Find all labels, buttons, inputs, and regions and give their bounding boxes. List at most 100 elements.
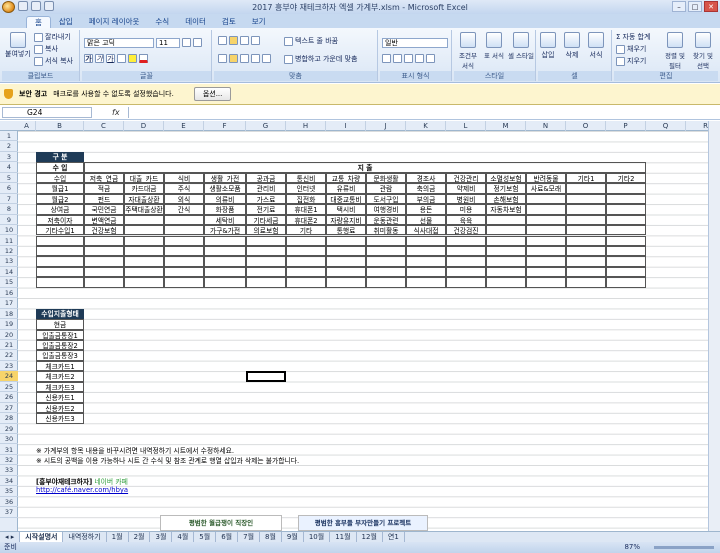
category-cell[interactable]: 생활소모품: [204, 183, 246, 194]
empty-cell[interactable]: [526, 256, 566, 267]
category-cell[interactable]: 미용: [446, 204, 486, 215]
sheet-tab[interactable]: 2월: [129, 531, 151, 543]
empty-cell[interactable]: [326, 235, 366, 246]
empty-cell[interactable]: [286, 245, 326, 257]
expense-column-header[interactable]: 경조사: [406, 172, 446, 184]
category-cell[interactable]: 외식: [164, 193, 204, 205]
empty-cell[interactable]: [566, 266, 606, 278]
sheet-tab[interactable]: 내역정하기: [63, 531, 107, 543]
empty-cell[interactable]: [164, 245, 204, 257]
expense-column-header[interactable]: 통신비: [286, 172, 326, 184]
row-header-37[interactable]: 37: [0, 507, 18, 518]
empty-cell[interactable]: [286, 266, 326, 278]
italic-icon[interactable]: 가: [95, 54, 104, 63]
align-bottom-icon[interactable]: [240, 36, 249, 45]
empty-cell[interactable]: [326, 245, 366, 257]
format-painter-button[interactable]: 서식 복사: [34, 56, 73, 66]
empty-cell[interactable]: [446, 256, 486, 267]
category-cell[interactable]: 상여금: [36, 204, 84, 215]
category-cell[interactable]: 대중교통비: [326, 193, 366, 205]
tab-formulas[interactable]: 수식: [147, 16, 177, 28]
sheet-tab[interactable]: 1월: [107, 531, 129, 543]
empty-cell[interactable]: [286, 277, 326, 288]
category-cell[interactable]: [526, 214, 566, 226]
security-options-button[interactable]: 옵션...: [193, 87, 232, 101]
column-header-f[interactable]: F: [204, 121, 246, 131]
empty-cell[interactable]: [606, 266, 646, 278]
format-cells-button[interactable]: 서식: [588, 32, 604, 60]
section-header[interactable]: 구 분: [36, 151, 84, 163]
orientation-icon[interactable]: [251, 36, 260, 45]
wrap-text-button[interactable]: 텍스트 줄 바꿈: [284, 36, 338, 46]
empty-cell[interactable]: [566, 277, 606, 288]
sheet-tab[interactable]: 시작설명서: [20, 531, 64, 543]
category-cell[interactable]: 자대출상환: [124, 193, 164, 205]
clear-button[interactable]: 지우기: [616, 56, 646, 66]
empty-cell[interactable]: [606, 277, 646, 288]
payment-type-cell[interactable]: 체크카드2: [36, 371, 84, 382]
category-cell[interactable]: [124, 225, 164, 236]
category-cell[interactable]: 기타세금: [246, 214, 286, 226]
empty-cell[interactable]: [84, 235, 124, 246]
empty-cell[interactable]: [84, 266, 124, 278]
category-cell[interactable]: [606, 204, 646, 215]
empty-cell[interactable]: [366, 245, 406, 257]
cafe-link[interactable]: http://café.naver.com/hbya: [36, 486, 128, 494]
cut-button[interactable]: 잘라내기: [34, 32, 71, 42]
sheet-tab[interactable]: 9월: [282, 531, 304, 543]
expense-column-header[interactable]: 반려동물: [526, 172, 566, 184]
column-header-c[interactable]: C: [84, 121, 124, 131]
category-cell[interactable]: [606, 214, 646, 226]
empty-cell[interactable]: [606, 245, 646, 257]
decrease-indent-icon[interactable]: [251, 54, 260, 63]
empty-cell[interactable]: [366, 256, 406, 267]
paste-button[interactable]: 붙여넣기: [5, 32, 31, 59]
empty-cell[interactable]: [204, 277, 246, 288]
sheet-tab[interactable]: 3월: [150, 531, 173, 543]
merge-center-button[interactable]: 병합하고 가운데 맞춤: [284, 54, 357, 64]
category-cell[interactable]: [164, 214, 204, 226]
row-header-4[interactable]: 4: [0, 162, 18, 173]
sort-filter-button[interactable]: 정렬 및 필터: [662, 32, 688, 70]
empty-cell[interactable]: [326, 277, 366, 288]
expense-column-header[interactable]: 공과금: [246, 172, 286, 184]
category-cell[interactable]: 변액연금: [84, 214, 124, 226]
expense-column-header[interactable]: 문화생활: [366, 172, 406, 184]
underline-icon[interactable]: 가: [106, 54, 115, 63]
empty-cell[interactable]: [164, 266, 204, 278]
align-middle-icon[interactable]: [229, 36, 238, 45]
category-cell[interactable]: 식사대접: [406, 225, 446, 236]
category-cell[interactable]: 택시비: [326, 204, 366, 215]
category-cell[interactable]: [566, 193, 606, 205]
row-header-19[interactable]: 19: [0, 319, 18, 330]
empty-cell[interactable]: [446, 235, 486, 246]
grow-font-icon[interactable]: [182, 38, 191, 47]
increase-indent-icon[interactable]: [262, 54, 271, 63]
empty-cell[interactable]: [406, 266, 446, 278]
category-cell[interactable]: 도서구입: [366, 193, 406, 205]
increase-decimal-icon[interactable]: [415, 54, 424, 63]
category-cell[interactable]: 건강검진: [446, 225, 486, 236]
shrink-font-icon[interactable]: [193, 38, 202, 47]
empty-cell[interactable]: [36, 245, 84, 257]
category-cell[interactable]: 휴대폰2: [286, 214, 326, 226]
empty-cell[interactable]: [366, 266, 406, 278]
category-cell[interactable]: 주택대출상환: [124, 204, 164, 215]
row-header-26[interactable]: 26: [0, 392, 18, 403]
row-header-9[interactable]: 9: [0, 215, 18, 226]
category-cell[interactable]: 사료&모래: [526, 183, 566, 194]
tab-page-layout[interactable]: 페이지 레이아웃: [81, 16, 148, 28]
empty-cell[interactable]: [84, 277, 124, 288]
row-header-10[interactable]: 10: [0, 225, 18, 236]
category-cell[interactable]: 약제비: [446, 183, 486, 194]
empty-cell[interactable]: [606, 256, 646, 267]
column-header-q[interactable]: Q: [646, 121, 686, 131]
category-cell[interactable]: 의류비: [204, 193, 246, 205]
autosum-button[interactable]: Σ 자동 합계: [616, 32, 650, 42]
find-select-button[interactable]: 찾기 및 선택: [690, 32, 716, 70]
empty-cell[interactable]: [124, 235, 164, 246]
category-cell[interactable]: 여행경비: [366, 204, 406, 215]
empty-cell[interactable]: [164, 277, 204, 288]
payment-type-cell[interactable]: 입출금통장2: [36, 340, 84, 351]
insert-cells-button[interactable]: 삽입: [540, 32, 556, 60]
